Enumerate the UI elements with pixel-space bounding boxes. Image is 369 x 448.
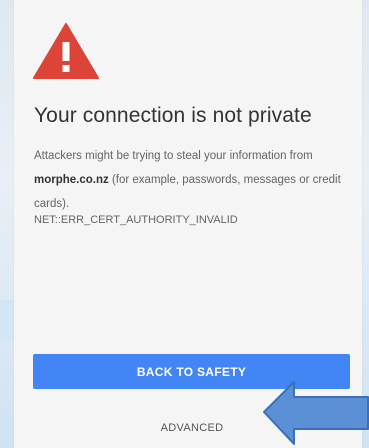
page-title: Your connection is not private: [34, 104, 312, 127]
advanced-button[interactable]: ADVANCED: [130, 416, 254, 440]
warning-triangle-icon: [33, 23, 99, 79]
arrow-left-icon: [263, 381, 369, 445]
warning-description: Attackers might be trying to steal your …: [34, 144, 344, 216]
description-text: Attackers might be trying to steal your …: [34, 150, 313, 162]
site-domain: morphe.co.nz: [34, 174, 109, 186]
error-code: NET::ERR_CERT_AUTHORITY_INVALID: [34, 214, 238, 226]
